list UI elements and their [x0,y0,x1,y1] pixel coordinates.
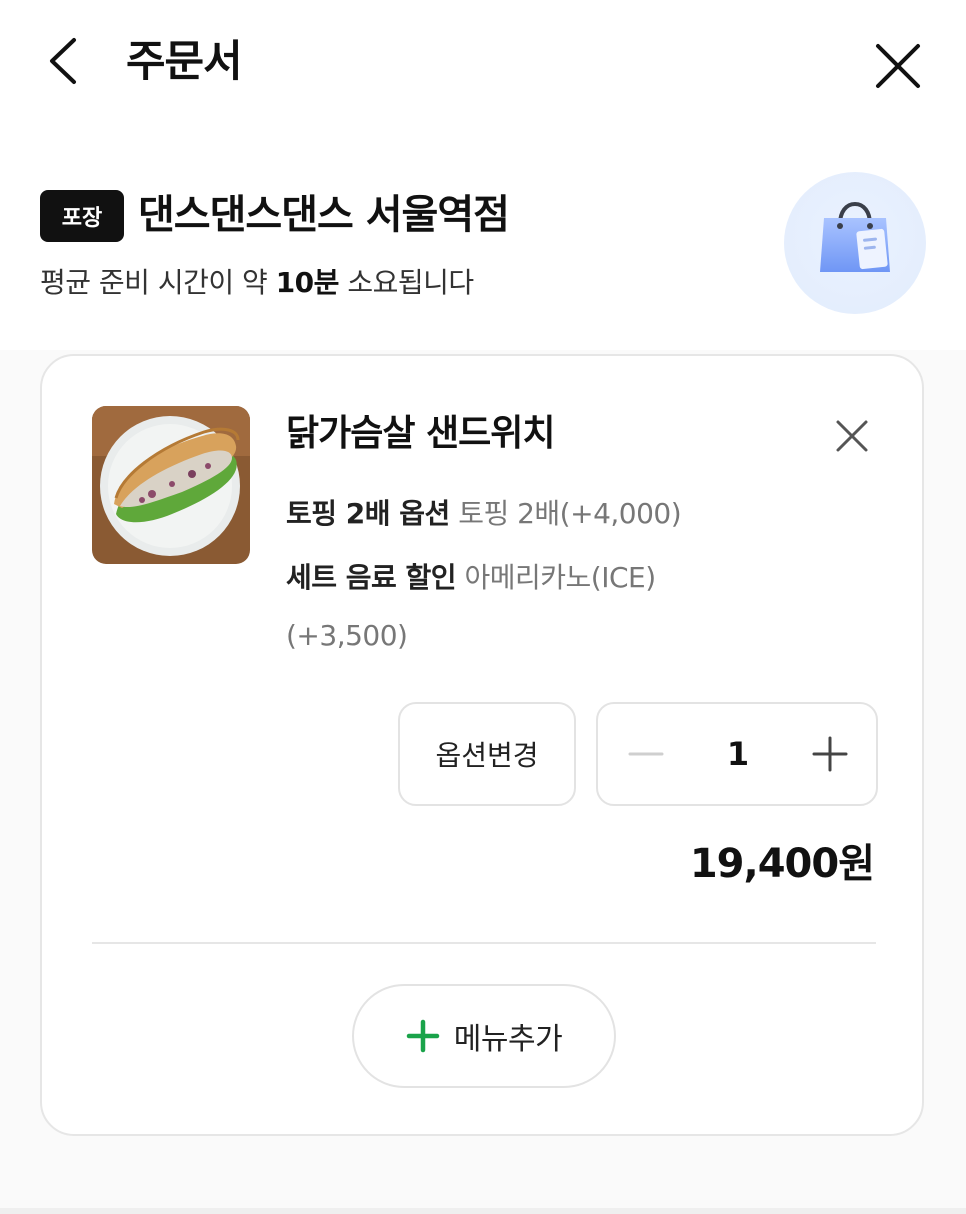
option-topping: 토핑 2배 옵션 토핑 2배(+4,000) [286,488,682,540]
option-value: 아메리카노(ICE) [464,561,656,594]
minus-icon [628,752,664,756]
option-value: 토핑 2배(+4,000) [458,497,682,530]
decrease-button[interactable] [626,734,666,774]
change-option-button[interactable]: 옵션변경 [398,702,576,806]
quantity-stepper: 1 [596,702,878,806]
chevron-left-icon [50,38,76,84]
prep-time-text: 평균 준비 시간이 약 10분 소요됩니다 [40,258,474,308]
cart-card: 닭가슴살 샌드위치 토핑 2배 옵션 토핑 2배(+4,000) 세트 음료 할… [40,354,924,1136]
prep-prefix: 평균 준비 시간이 약 [40,266,276,299]
close-icon [836,420,868,452]
option-label: 토핑 2배 옵션 [286,497,450,530]
plus-icon [406,1019,440,1053]
bottom-divider [0,1208,966,1214]
item-thumbnail [92,406,250,564]
plus-icon [812,736,848,772]
shopping-bag-badge [784,172,926,314]
item-price: 19,400원 [689,841,875,887]
add-menu-label: 메뉴추가 [453,1022,563,1057]
option-label: 세트 음료 할인 [286,561,457,594]
prep-suffix: 소요됩니다 [338,266,474,299]
shopping-bag-icon [820,201,890,272]
quantity-value: 1 [726,735,750,773]
close-button[interactable] [868,36,928,96]
remove-item-button[interactable] [830,414,874,458]
add-menu-button[interactable]: 메뉴추가 [352,984,616,1088]
card-divider [92,942,876,944]
sandwich-image [92,406,250,564]
option-drink-price: (+3,500) [286,619,408,652]
store-name: 댄스댄스댄스 서울역점 [138,192,510,238]
increase-button[interactable] [810,734,850,774]
prep-time: 10분 [275,266,340,299]
item-name: 닭가슴살 샌드위치 [286,413,555,454]
takeout-badge: 포장 [40,190,124,242]
option-drink: 세트 음료 할인 아메리카노(ICE) [286,552,656,604]
close-icon [876,44,920,88]
page-title: 주문서 [126,37,243,87]
back-button[interactable] [40,30,90,90]
